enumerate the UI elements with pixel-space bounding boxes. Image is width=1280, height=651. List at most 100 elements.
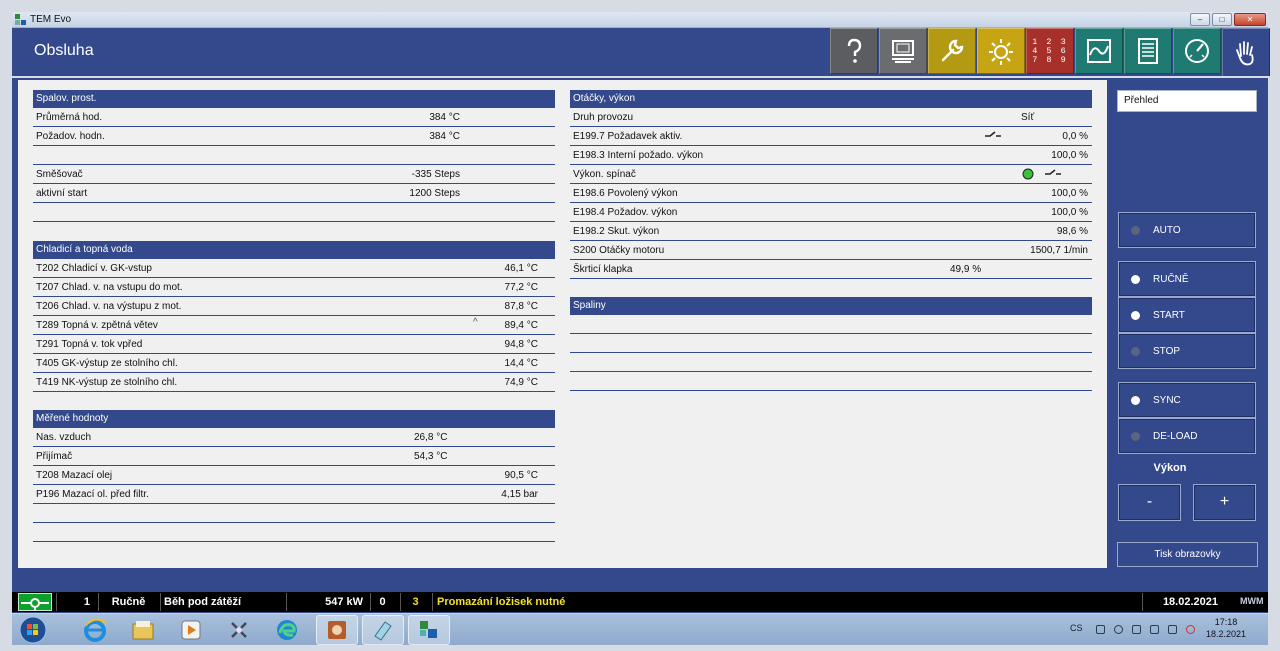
page-title: Obsluha <box>34 42 94 59</box>
row-value: 77,2 °C <box>504 282 538 293</box>
operation-button[interactable] <box>1222 28 1270 76</box>
overview-field[interactable]: Přehled <box>1117 90 1257 112</box>
table-row: Přijímač 54,3 °C <box>33 447 555 466</box>
numpad-icon: 1 2 34 5 67 8 9 <box>1032 36 1068 65</box>
tray-volume-icon[interactable] <box>1186 625 1195 634</box>
mode-button-label: STOP <box>1153 346 1181 357</box>
table-row: E199.7 Požadavek aktiv. 0,0 % <box>570 127 1092 146</box>
mode-button-sync[interactable]: SYNC <box>1118 382 1256 418</box>
row-label: aktivní start <box>36 188 88 199</box>
power-minus-button[interactable]: - <box>1118 484 1181 521</box>
taskbar-edge[interactable] <box>266 615 308 645</box>
lamp-button[interactable] <box>977 28 1025 74</box>
table-row <box>570 334 1092 353</box>
question-icon <box>847 38 862 63</box>
list-button[interactable] <box>1124 28 1172 74</box>
taskbar-explorer[interactable] <box>122 615 164 645</box>
row-label: Průměrná hod. <box>36 112 103 123</box>
table-row: Nas. vzduch 26,8 °C <box>33 428 555 447</box>
taskbar-notes[interactable] <box>362 615 404 645</box>
monitor-icon <box>892 40 914 63</box>
table-row: E198.3 Interní požado. výkon 100,0 % <box>570 146 1092 165</box>
clock-date: 18.2.2021 <box>1205 629 1247 639</box>
taskbar-ie[interactable] <box>74 615 116 645</box>
mode-button-run[interactable]: RUČNĚ <box>1118 261 1256 297</box>
tray-network-icon[interactable] <box>1114 625 1123 634</box>
tray-monitor-icon[interactable] <box>1168 625 1177 634</box>
maximize-button[interactable]: □ <box>1212 13 1232 26</box>
row-mid-value: 49,9 % <box>950 264 982 275</box>
table-row: Výkon. spínač <box>570 165 1092 184</box>
mode-button-deload[interactable]: DE-LOAD <box>1118 418 1256 454</box>
start-button[interactable] <box>12 615 54 645</box>
window-titlebar: TEM Evo – □ ✕ <box>12 12 1268 28</box>
window-title: TEM Evo <box>30 14 72 25</box>
switch-open-icon <box>984 129 1002 144</box>
taskbar-tem-evo[interactable] <box>408 615 450 645</box>
row-label: T207 Chlad. v. na vstupu do mot. <box>36 282 183 293</box>
trend-button[interactable] <box>1075 28 1123 74</box>
row-value: 46,1 °C <box>504 263 538 274</box>
language-indicator[interactable]: CS <box>1070 623 1083 633</box>
power-plus-button[interactable]: + <box>1193 484 1256 521</box>
table-row: T289 Topná v. zpětná větev 89,4 °C ^ <box>33 316 555 335</box>
table-row <box>570 315 1092 334</box>
indicator-lamp-icon <box>1131 432 1140 441</box>
row-value: 74,9 °C <box>504 377 538 388</box>
row-value: 384 °C <box>429 131 460 142</box>
windows-taskbar: CS <box>12 613 1268 645</box>
table-row: T405 GK-výstup ze stolního chl. 14,4 °C <box>33 354 555 373</box>
taskbar-app-x[interactable] <box>218 615 260 645</box>
mode-button-auto[interactable]: AUTO <box>1118 212 1256 248</box>
mode-button-stop[interactable]: STOP <box>1118 333 1256 369</box>
tem-evo-icon <box>420 621 437 638</box>
row-value: 100,0 % <box>1051 207 1088 218</box>
tray-usb-icon[interactable] <box>1150 625 1159 634</box>
row-value: 26,8 °C <box>414 432 448 443</box>
sun-icon <box>989 39 1013 65</box>
status-bar: 1 Ručně Běh pod zátěží 547 kW 0 3 Promaz… <box>12 578 1268 614</box>
row-value: 14,4 °C <box>504 358 538 369</box>
tray-tool-icon[interactable] <box>1096 625 1105 634</box>
monitor-button[interactable] <box>879 28 927 74</box>
indicator-lamp-icon <box>1131 347 1140 356</box>
chevron-up-icon[interactable]: ^ <box>473 317 478 328</box>
app-window-icon <box>328 621 346 639</box>
table-row <box>570 353 1092 372</box>
table-row <box>33 523 555 542</box>
row-label: Druh provozu <box>573 112 634 123</box>
table-row: Požadov. hodn. 384 °C <box>33 127 555 146</box>
tray-flag-icon[interactable] <box>1132 625 1141 634</box>
list-icon <box>1138 38 1158 64</box>
row-value: -335 Steps <box>411 169 460 180</box>
row-value: 1200 Steps <box>409 188 460 199</box>
close-button[interactable]: ✕ <box>1234 13 1266 26</box>
status-state: Běh pod zátěží <box>160 593 284 611</box>
row-label: E199.7 Požadavek aktiv. <box>573 131 683 142</box>
service-button[interactable] <box>928 28 976 74</box>
taskbar-media[interactable] <box>170 615 212 645</box>
taskbar-clock[interactable]: 17:18 18.2.2021 <box>1196 616 1256 640</box>
table-row: E198.6 Povolený výkon 100,0 % <box>570 184 1092 203</box>
section-header-spalov: Spalov. prost. <box>33 90 555 108</box>
app-root: TEM Evo – □ ✕ Obsluha 1 2 34 5 67 8 9 Sp… <box>0 0 1280 651</box>
table-row: T202 Chladicí v. GK-vstup 46,1 °C <box>33 259 555 278</box>
table-row: P196 Mazací ol. před filtr. 4,15 bar <box>33 485 555 504</box>
help-button[interactable] <box>830 28 878 74</box>
gauge-button[interactable] <box>1173 28 1221 74</box>
row-value: 100,0 % <box>1051 150 1088 161</box>
row-value: 100,0 % <box>1051 188 1088 199</box>
row-label: E198.6 Povolený výkon <box>573 188 678 199</box>
row-label: E198.3 Interní požado. výkon <box>573 150 704 161</box>
numbers-button[interactable]: 1 2 34 5 67 8 9 <box>1026 28 1074 74</box>
switch-open-icon <box>1044 167 1062 182</box>
row-label: Směšovač <box>36 169 83 180</box>
row-label: T289 Topná v. zpětná větev <box>36 320 158 331</box>
minimize-button[interactable]: – <box>1190 13 1210 26</box>
taskbar-tem-app[interactable] <box>316 615 358 645</box>
print-screen-button[interactable]: Tisk obrazovky <box>1117 542 1258 567</box>
mode-button-label: START <box>1153 310 1185 321</box>
row-label: Nas. vzduch <box>36 432 92 443</box>
mode-button-start[interactable]: START <box>1118 297 1256 333</box>
mode-button-label: SYNC <box>1153 395 1181 406</box>
